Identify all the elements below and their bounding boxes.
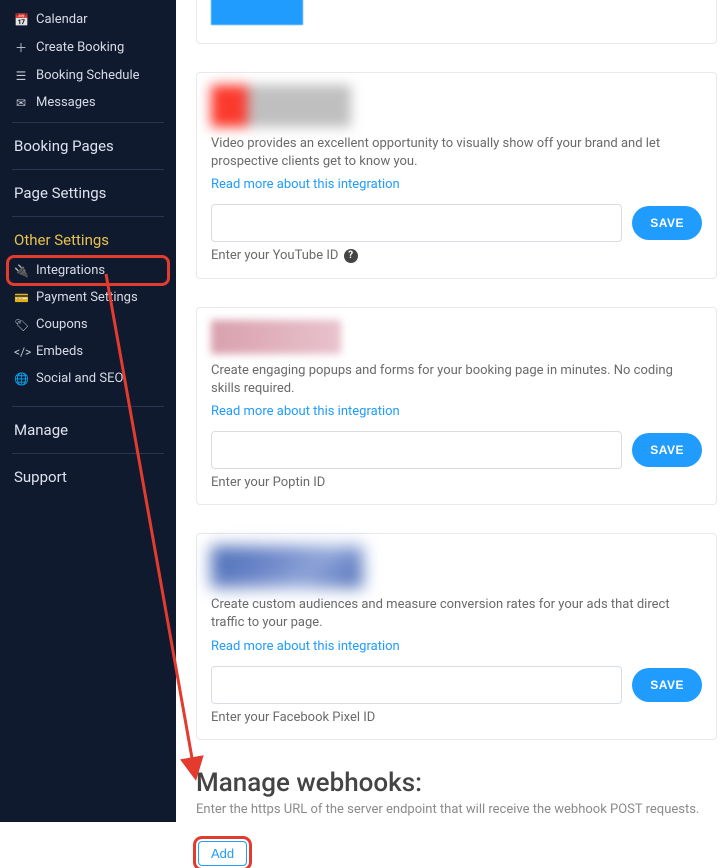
integration-card-poptin: Create engaging popups and forms for you… xyxy=(196,307,717,505)
input-hint: Enter your Poptin ID xyxy=(211,475,702,490)
divider xyxy=(12,216,164,217)
add-button-highlight: Add xyxy=(196,839,249,868)
integration-logo-poptin xyxy=(211,320,341,354)
read-more-link[interactable]: Read more about this integration xyxy=(211,404,400,419)
integration-logo-youtube xyxy=(211,85,351,127)
save-button[interactable]: SAVE xyxy=(632,433,702,467)
facebook-pixel-id-input[interactable] xyxy=(211,666,622,704)
sidebar-item-label: Booking Schedule xyxy=(36,68,140,83)
read-more-link[interactable]: Read more about this integration xyxy=(211,177,400,192)
integration-card-youtube: Video provides an excellent opportunity … xyxy=(196,72,717,279)
integration-desc: Create engaging popups and forms for you… xyxy=(211,362,702,398)
calendar-icon: 📅 xyxy=(14,13,28,27)
sidebar-item-label: Social and SEO xyxy=(36,371,123,386)
sidebar-item-label: Create Booking xyxy=(36,40,124,55)
sidebar-item-label: Payment Settings xyxy=(36,290,138,305)
sidebar-head-manage[interactable]: Manage xyxy=(8,413,168,447)
sidebar-item-messages[interactable]: ✉ Messages xyxy=(8,89,168,116)
input-hint: Enter your Facebook Pixel ID xyxy=(211,710,702,725)
sidebar-item-create-booking[interactable]: ＋ Create Booking xyxy=(8,33,168,62)
add-webhook-button[interactable]: Add xyxy=(198,841,247,866)
sidebar-item-coupons[interactable]: 🏷 Coupons xyxy=(8,311,168,338)
sidebar-item-label: Coupons xyxy=(36,317,88,332)
tag-icon: 🏷 xyxy=(14,318,28,332)
webhooks-desc: Enter the https URL of the server endpoi… xyxy=(196,802,717,817)
integration-card-top xyxy=(196,0,717,44)
main-content: Video provides an excellent opportunity … xyxy=(176,0,725,822)
sidebar-head-page-settings[interactable]: Page Settings xyxy=(8,176,168,210)
sidebar-item-label: Integrations xyxy=(36,263,105,278)
divider xyxy=(12,122,164,123)
sidebar-item-embeds[interactable]: </> Embeds xyxy=(8,338,168,365)
sidebar-item-payment-settings[interactable]: 💳 Payment Settings xyxy=(8,284,168,311)
sidebar-item-label: Messages xyxy=(36,95,96,110)
input-hint: Enter your YouTube ID ? xyxy=(211,248,702,264)
sidebar: 📅 Calendar ＋ Create Booking ☰ Booking Sc… xyxy=(0,0,176,822)
webhooks-section: Manage webhooks: Enter the https URL of … xyxy=(196,768,717,868)
envelope-icon: ✉ xyxy=(14,96,28,110)
divider xyxy=(12,169,164,170)
poptin-id-input[interactable] xyxy=(211,431,622,469)
code-icon: </> xyxy=(14,345,28,359)
sidebar-head-other-settings[interactable]: Other Settings xyxy=(8,223,168,257)
integration-logo xyxy=(211,0,303,25)
sidebar-item-integrations[interactable]: 🔌 Integrations xyxy=(8,257,168,284)
plug-icon: 🔌 xyxy=(14,264,28,278)
list-icon: ☰ xyxy=(14,69,28,83)
sidebar-item-label: Embeds xyxy=(36,344,83,359)
sidebar-head-support[interactable]: Support xyxy=(8,460,168,494)
plus-square-icon: ＋ xyxy=(14,39,28,56)
sidebar-item-social-seo[interactable]: 🌐 Social and SEO xyxy=(8,365,168,392)
integration-desc: Create custom audiences and measure conv… xyxy=(211,596,702,632)
divider xyxy=(12,453,164,454)
sidebar-item-label: Calendar xyxy=(36,12,88,27)
card-icon: 💳 xyxy=(14,291,28,305)
save-button[interactable]: SAVE xyxy=(632,206,702,240)
help-icon[interactable]: ? xyxy=(344,249,358,263)
sidebar-item-calendar[interactable]: 📅 Calendar xyxy=(8,6,168,33)
globe-icon: 🌐 xyxy=(14,372,28,386)
youtube-id-input[interactable] xyxy=(211,204,622,242)
read-more-link[interactable]: Read more about this integration xyxy=(211,639,400,654)
integration-logo-facebook xyxy=(211,546,363,588)
sidebar-item-booking-schedule[interactable]: ☰ Booking Schedule xyxy=(8,62,168,89)
save-button[interactable]: SAVE xyxy=(632,668,702,702)
integration-desc: Video provides an excellent opportunity … xyxy=(211,135,702,171)
sidebar-head-booking-pages[interactable]: Booking Pages xyxy=(8,129,168,163)
webhooks-title: Manage webhooks: xyxy=(196,768,717,798)
divider xyxy=(12,406,164,407)
integration-card-facebook: Create custom audiences and measure conv… xyxy=(196,533,717,739)
